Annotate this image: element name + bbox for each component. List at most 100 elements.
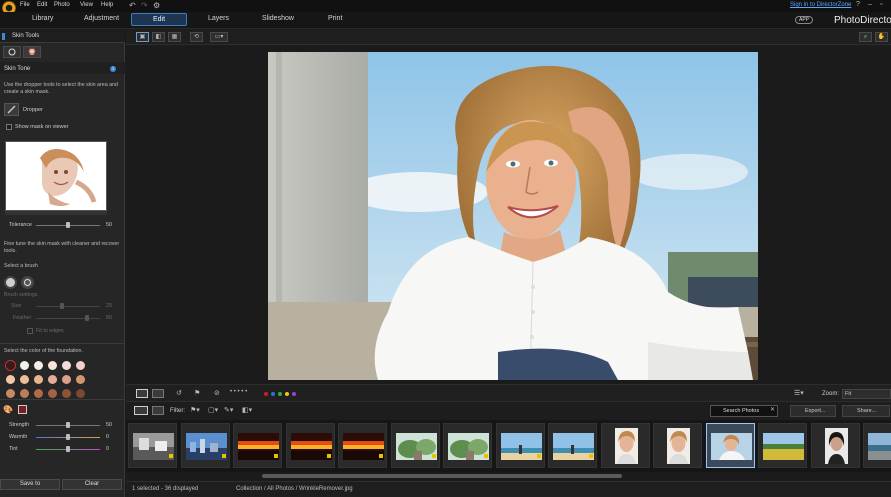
gear-icon[interactable]: ⚙ [153,1,160,10]
size-slider[interactable] [36,306,100,307]
color-label-dot[interactable] [285,392,289,396]
zoom-select[interactable]: Fit [842,389,891,399]
filmstrip-thumbnail[interactable] [338,423,387,468]
minimize-icon[interactable]: – [868,1,872,8]
filmstrip-thumbnail[interactable] [180,423,230,468]
filmstrip-thumbnail[interactable] [705,423,755,468]
filmstrip-thumbnail[interactable] [390,423,440,468]
export-button[interactable]: Export... [790,405,836,417]
foundation-swatch[interactable] [76,361,85,370]
color-label-dot[interactable] [264,392,268,396]
reject-icon[interactable]: ⊘ [214,389,220,397]
redo-icon[interactable]: ↷ [141,1,148,10]
foundation-swatch[interactable] [48,389,57,398]
foundation-swatch[interactable] [76,375,85,384]
list-view-button[interactable] [152,406,164,415]
zoom-tool-button[interactable]: ⌕ [859,32,872,42]
help-button[interactable]: ? [856,1,860,8]
strength-slider-thumb[interactable] [66,422,70,428]
search-clear-icon[interactable]: ✕ [770,406,775,413]
dropper-button[interactable] [4,103,19,116]
filmstrip-scrollbar[interactable] [126,472,891,480]
filmstrip-thumbnail[interactable] [758,423,807,468]
sign-in-link[interactable]: Sign in to DirectorZone [790,2,851,8]
foundation-swatch[interactable] [20,375,29,384]
foundation-swatch[interactable] [6,389,15,398]
color-label-dot[interactable] [278,392,282,396]
menu-view[interactable]: View [80,2,93,8]
filmstrip-thumbnail[interactable] [233,423,282,468]
grid-view-button[interactable]: ▦ [168,32,181,42]
foundation-swatch[interactable] [6,361,15,370]
filter-flag-icon[interactable]: ⚑▾ [190,406,200,414]
filter-edit-icon[interactable]: ✎▾ [224,406,233,414]
tab-edit[interactable]: Edit [131,13,187,26]
sort-menu-icon[interactable]: ☰▾ [794,389,804,397]
hand-tool-button[interactable]: ✋ [875,32,888,42]
filmstrip-scroll-thumb[interactable] [262,474,622,478]
filmstrip-thumbnail[interactable] [285,423,335,468]
filmstrip-thumbnail[interactable] [548,423,597,468]
cleaner-brush-button[interactable] [4,276,17,289]
foundation-swatch[interactable] [76,389,85,398]
tolerance-slider-thumb[interactable] [66,222,70,228]
foundation-swatch[interactable] [48,361,57,370]
foundation-swatch[interactable] [34,389,43,398]
color-picker-icon[interactable]: 🎨 [3,405,14,414]
rotate-button[interactable]: ⟲ [190,32,203,42]
clear-button[interactable]: Clear [62,479,122,490]
main-photo[interactable] [268,52,758,380]
skin-tone-tool-button[interactable] [3,46,21,58]
size-slider-thumb[interactable] [59,303,64,309]
foundation-swatch[interactable] [62,361,71,370]
fit-edges-checkbox[interactable] [27,328,33,334]
filmstrip-thumbnail[interactable] [495,423,545,468]
filmstrip-thumbnail[interactable] [600,423,650,468]
filter-stack-icon[interactable]: ◧▾ [242,406,252,414]
foundation-swatch[interactable] [20,361,29,370]
foundation-swatch[interactable] [48,375,57,384]
two-photo-view-button[interactable] [152,389,164,398]
tab-slideshow[interactable]: Slideshow [262,15,294,22]
tab-adjustment[interactable]: Adjustment [84,15,119,22]
display-menu-button[interactable]: ▭▾ [210,32,228,42]
tint-slider-thumb[interactable] [66,446,70,452]
rotate-left-icon[interactable]: ↺ [176,389,182,397]
foundation-swatch[interactable] [34,361,43,370]
share-button[interactable]: Share... [842,405,890,417]
tab-library[interactable]: Library [32,15,53,22]
warmth-slider-thumb[interactable] [66,434,70,440]
filmstrip-thumbnail[interactable] [653,423,702,468]
search-input[interactable]: Search Photos [710,405,778,417]
rating-dots[interactable]: • • • • • [230,389,247,395]
foundation-swatch[interactable] [34,375,43,384]
menu-file[interactable]: File [20,2,30,8]
filmstrip-thumbnail[interactable] [443,423,492,468]
color-label-dot[interactable] [292,392,296,396]
face-tool-button[interactable] [23,46,41,58]
show-mask-checkbox[interactable] [6,124,12,130]
save-to-button[interactable]: Save to [0,479,60,490]
tab-print[interactable]: Print [328,15,342,22]
color-label-dot[interactable] [271,392,275,396]
menu-help[interactable]: Help [101,2,113,8]
custom-color-swatch[interactable] [18,405,27,414]
tab-layers[interactable]: Layers [208,15,229,22]
filmstrip-thumbnail[interactable] [810,423,860,468]
info-icon[interactable]: i [110,66,116,72]
foundation-swatch[interactable] [6,375,15,384]
recover-brush-button[interactable] [21,276,34,289]
maximize-icon[interactable]: ▫ [880,1,882,8]
single-view-button[interactable]: ▣ [136,32,149,42]
feather-slider-thumb[interactable] [85,315,90,321]
single-photo-view-button[interactable] [136,389,148,398]
menu-edit[interactable]: Edit [37,2,47,8]
menu-photo[interactable]: Photo [54,2,70,8]
foundation-swatch[interactable] [62,375,71,384]
filmstrip-view-button[interactable] [134,406,148,415]
foundation-swatch[interactable] [20,389,29,398]
filmstrip-thumbnail[interactable] [863,423,891,468]
compare-view-button[interactable]: ◧ [152,32,165,42]
foundation-swatch[interactable] [62,389,71,398]
app-badge[interactable]: APP [795,16,813,24]
